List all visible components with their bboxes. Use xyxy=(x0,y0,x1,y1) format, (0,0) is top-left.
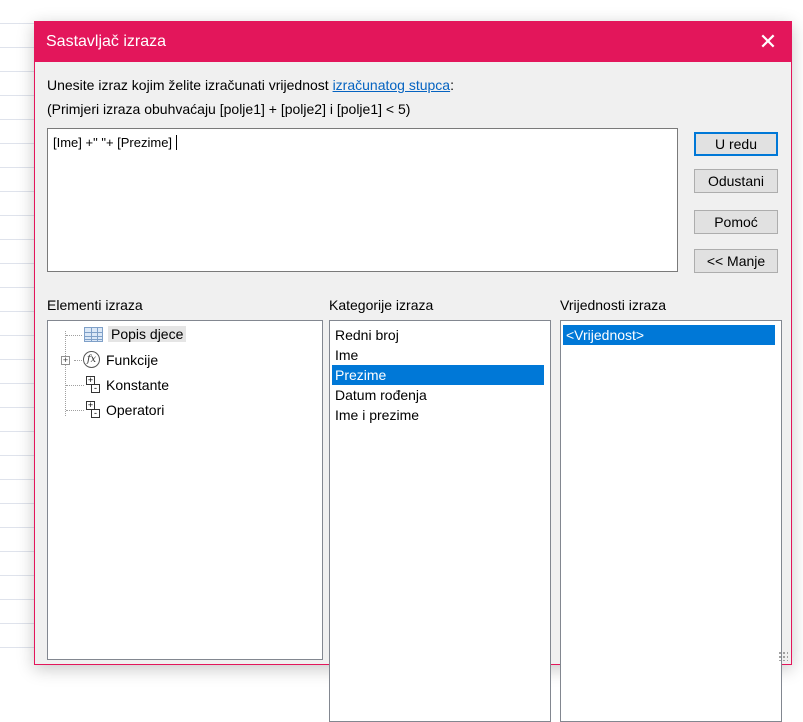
list-item-selected[interactable]: <Vrijednost> xyxy=(563,325,775,345)
expression-elements-tree[interactable]: Popis djece + fx Funkcije + - Konstante +… xyxy=(47,320,323,660)
tree-item-label: Konstante xyxy=(106,377,170,393)
resize-grip[interactable] xyxy=(778,651,788,661)
list-item-selected[interactable]: Prezime xyxy=(332,365,544,385)
instruction-text: Unesite izraz kojim želite izračunati vr… xyxy=(47,77,454,93)
close-icon: ✕ xyxy=(758,29,778,54)
expression-values-list[interactable]: <Vrijednost> xyxy=(560,320,782,722)
cancel-button[interactable]: Odustani xyxy=(694,169,778,193)
tree-item-label: Funkcije xyxy=(106,351,159,368)
tree-item-label: Operatori xyxy=(106,402,165,418)
instruction-prefix: Unesite izraz kojim želite izračunati vr… xyxy=(47,77,333,93)
expression-value: [Ime] +" "+ [Prezime] xyxy=(53,135,173,150)
dialog-title: Sastavljač izraza xyxy=(46,33,167,50)
tree-item-konstante[interactable]: + - Konstante xyxy=(86,376,169,394)
expression-input[interactable]: [Ime] +" "+ [Prezime] xyxy=(47,128,678,272)
close-button[interactable]: ✕ xyxy=(745,22,791,62)
examples-text: (Primjeri izraza obuhvaćaju [polje1] + [… xyxy=(47,101,411,117)
tree-item-popis-djece[interactable]: Popis djece xyxy=(84,326,187,342)
help-button[interactable]: Pomoć xyxy=(694,210,778,234)
text-caret xyxy=(176,135,178,150)
tree-connector xyxy=(74,360,82,361)
operators-icon: + - xyxy=(86,401,100,419)
list-item[interactable]: Ime xyxy=(332,345,544,365)
tree-connector xyxy=(66,385,84,386)
elements-label: Elementi izraza xyxy=(47,297,143,313)
table-icon xyxy=(84,326,103,342)
calculated-column-link[interactable]: izračunatog stupca xyxy=(333,77,451,93)
values-label: Vrijednosti izraza xyxy=(560,297,667,313)
function-icon: fx xyxy=(83,351,100,368)
ok-button[interactable]: U redu xyxy=(694,132,778,156)
tree-connector xyxy=(65,331,66,416)
tree-item-funkcije[interactable]: fx Funkcije xyxy=(83,351,158,368)
expression-categories-list[interactable]: Redni broj Ime Prezime Datum rođenja Ime… xyxy=(329,320,551,722)
tree-item-label: Popis djece xyxy=(108,326,187,342)
expression-builder-dialog: Sastavljač izraza ✕ Unesite izraz kojim … xyxy=(34,21,792,722)
title-bar[interactable]: Sastavljač izraza ✕ xyxy=(35,22,791,62)
less-button[interactable]: << Manje xyxy=(694,249,778,273)
tree-connector xyxy=(66,335,82,336)
tree-item-operatori[interactable]: + - Operatori xyxy=(86,401,164,419)
list-item[interactable]: Redni broj xyxy=(332,325,544,345)
tree-connector xyxy=(66,410,84,411)
categories-label: Kategorije izraza xyxy=(329,297,434,313)
list-item[interactable]: Datum rođenja xyxy=(332,385,544,405)
constants-icon: + - xyxy=(86,376,100,394)
list-item[interactable]: Ime i prezime xyxy=(332,405,544,425)
instruction-suffix: : xyxy=(450,77,454,93)
expand-icon[interactable]: + xyxy=(61,356,70,365)
